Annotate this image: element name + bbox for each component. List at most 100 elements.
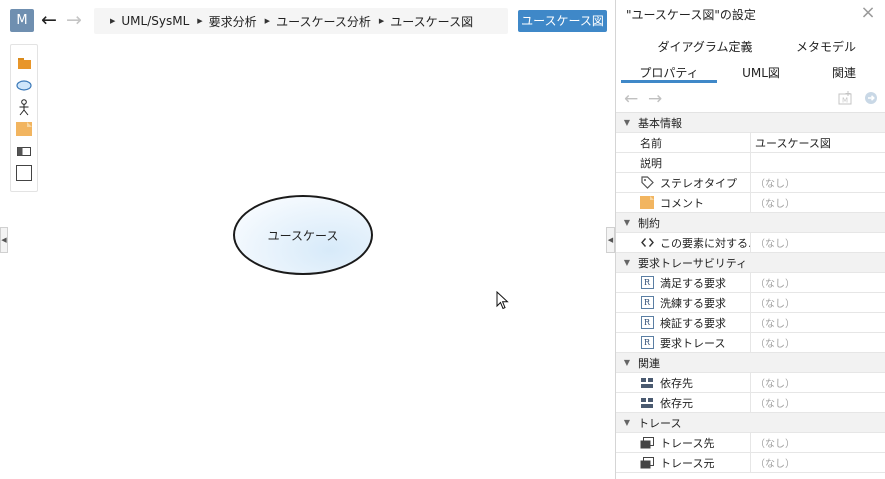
collapse-triangle-icon[interactable]: ▼	[616, 218, 638, 227]
frame-icon[interactable]	[15, 164, 33, 182]
panel-forward-arrow-icon[interactable]: →	[648, 89, 662, 109]
breadcrumb-item[interactable]: ユースケース図	[390, 13, 473, 30]
requirement-icon: R	[640, 276, 654, 290]
property-value[interactable]: （なし）	[751, 235, 795, 250]
property-value[interactable]: （なし）	[751, 435, 795, 450]
note-icon	[640, 196, 654, 210]
property-row[interactable]: 依存先 （なし）	[616, 372, 885, 393]
breadcrumb-item[interactable]: UML/SysML	[121, 14, 189, 28]
property-row[interactable]: R 洗練する要求 （なし）	[616, 292, 885, 313]
section-basic-info[interactable]: ▼ 基本情報	[616, 113, 885, 133]
property-value[interactable]: （なし）	[751, 335, 795, 350]
tag-icon	[640, 176, 654, 190]
property-value[interactable]: （なし）	[751, 375, 795, 390]
collapse-left-handle[interactable]: ◀	[0, 227, 8, 253]
property-row[interactable]: ステレオタイプ （なし）	[616, 172, 885, 193]
section-label: 関連	[638, 356, 660, 370]
property-key: トレース元	[616, 452, 751, 473]
property-key: 依存元	[616, 392, 751, 413]
section-trace[interactable]: ▼ トレース	[616, 413, 885, 433]
element-palette	[10, 44, 38, 192]
tab-properties[interactable]: プロパティ	[636, 64, 702, 81]
section-relations[interactable]: ▼ 関連	[616, 353, 885, 373]
section-constraints[interactable]: ▼ 制約	[616, 213, 885, 233]
property-row[interactable]: コメント （なし）	[616, 192, 885, 213]
breadcrumb-separator-icon: ▶	[264, 17, 271, 25]
code-icon	[640, 236, 654, 250]
property-key: トレース先	[616, 432, 751, 453]
property-value[interactable]: ユースケース図	[751, 135, 831, 151]
diagram-settings-button[interactable]: ユースケース図	[518, 10, 607, 32]
section-label: 要求トレーサビリティ	[638, 256, 748, 270]
dependency-icon	[640, 376, 654, 390]
trace-icon	[640, 436, 654, 450]
settings-panel: "ユースケース図"の設定 × ダイアグラム定義 メタモデル プロパティ UML図…	[615, 0, 885, 479]
property-row[interactable]: R 検証する要求 （なし）	[616, 312, 885, 333]
section-label: 基本情報	[638, 116, 682, 130]
property-row[interactable]: R 要求トレース （なし）	[616, 332, 885, 353]
requirement-icon: R	[640, 316, 654, 330]
tab-uml-diagram[interactable]: UML図	[734, 64, 788, 81]
dependency-icon	[640, 396, 654, 410]
property-key: R 満足する要求	[616, 272, 751, 293]
note-icon[interactable]	[15, 120, 33, 138]
property-key: R 検証する要求	[616, 312, 751, 333]
property-row[interactable]: この要素に対する… （なし）	[616, 232, 885, 253]
package-icon[interactable]	[15, 54, 33, 72]
section-requirement-traceability[interactable]: ▼ 要求トレーサビリティ	[616, 253, 885, 273]
property-key: ステレオタイプ	[616, 172, 751, 193]
forward-arrow-icon[interactable]: →	[63, 8, 85, 32]
requirement-icon: R	[640, 336, 654, 350]
app-menu-icon[interactable]: M	[10, 9, 34, 32]
collapse-panel-handle[interactable]: ◀	[606, 227, 615, 253]
boundary-icon[interactable]	[15, 142, 33, 160]
tab-metamodel[interactable]: メタモデル	[790, 38, 862, 55]
active-tab-indicator	[621, 80, 717, 83]
create-model-icon[interactable]: M	[838, 91, 854, 108]
property-row[interactable]: 名前 ユースケース図	[616, 132, 885, 153]
property-key: 名前	[616, 132, 751, 153]
usecase-icon[interactable]	[15, 76, 33, 94]
property-value[interactable]: （なし）	[751, 315, 795, 330]
property-key: コメント	[616, 192, 751, 213]
navigate-circle-arrow-icon[interactable]	[864, 91, 878, 108]
panel-title: "ユースケース図"の設定	[626, 8, 756, 22]
property-key: 依存先	[616, 372, 751, 393]
collapse-triangle-icon[interactable]: ▼	[616, 258, 638, 267]
breadcrumb-item[interactable]: ユースケース分析	[276, 13, 371, 30]
back-arrow-icon[interactable]: ←	[38, 8, 60, 32]
breadcrumb-separator-icon: ▶	[110, 17, 116, 25]
property-value[interactable]: （なし）	[751, 175, 795, 190]
collapse-triangle-icon[interactable]: ▼	[616, 418, 638, 427]
mouse-cursor-icon	[496, 290, 510, 314]
property-row[interactable]: 依存元 （なし）	[616, 392, 885, 413]
breadcrumb-item[interactable]: 要求分析	[209, 13, 257, 30]
trace-icon	[640, 456, 654, 470]
property-row[interactable]: 説明	[616, 152, 885, 173]
property-row[interactable]: トレース元 （なし）	[616, 452, 885, 473]
close-icon[interactable]: ×	[859, 2, 877, 23]
property-value[interactable]: （なし）	[751, 275, 795, 290]
property-key: R 洗練する要求	[616, 292, 751, 313]
property-value[interactable]: （なし）	[751, 395, 795, 410]
panel-back-arrow-icon[interactable]: ←	[624, 89, 638, 109]
tab-relations[interactable]: 関連	[822, 64, 866, 81]
tab-diagram-definition[interactable]: ダイアグラム定義	[650, 38, 760, 55]
collapse-triangle-icon[interactable]: ▼	[616, 358, 638, 367]
section-label: 制約	[638, 216, 660, 230]
actor-icon[interactable]	[15, 98, 33, 116]
breadcrumb: ▶ UML/SysML ▶ 要求分析 ▶ ユースケース分析 ▶ ユースケース図	[94, 8, 508, 34]
breadcrumb-separator-icon: ▶	[378, 17, 385, 25]
usecase-shape[interactable]: ユースケース	[233, 195, 373, 275]
requirement-icon: R	[640, 296, 654, 310]
property-row[interactable]: トレース先 （なし）	[616, 432, 885, 453]
property-value[interactable]: （なし）	[751, 195, 795, 210]
usecase-label: ユースケース	[267, 228, 339, 243]
collapse-triangle-icon[interactable]: ▼	[616, 118, 638, 127]
property-row[interactable]: R 満足する要求 （なし）	[616, 272, 885, 293]
property-table: ▼ 基本情報 名前 ユースケース図 説明 ステレオタイプ （なし） コメント （…	[616, 113, 885, 473]
property-key: R 要求トレース	[616, 332, 751, 353]
section-label: トレース	[638, 416, 682, 430]
property-value[interactable]: （なし）	[751, 295, 795, 310]
property-value[interactable]: （なし）	[751, 455, 795, 470]
